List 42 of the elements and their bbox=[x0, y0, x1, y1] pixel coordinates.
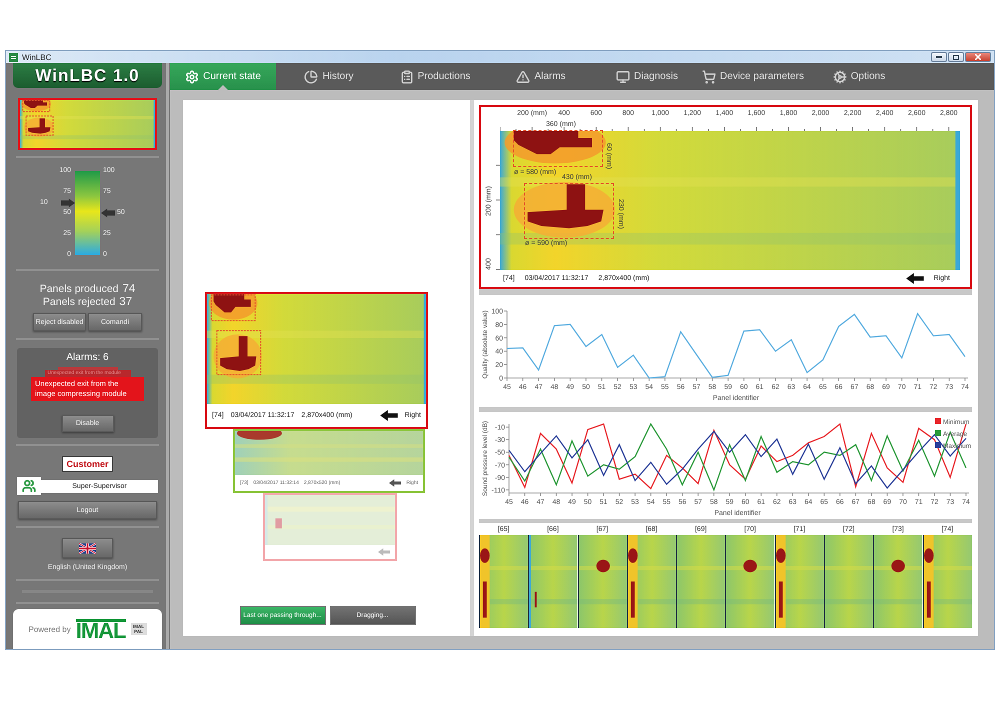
y-axis bbox=[504, 310, 508, 378]
alarm-count: Alarms: 6 bbox=[66, 352, 109, 363]
minimize-button[interactable] bbox=[931, 52, 947, 62]
minimize-icon bbox=[936, 56, 942, 58]
nav-tab[interactable]: Alarms bbox=[488, 63, 594, 90]
monitor-icon bbox=[616, 70, 630, 84]
nav-tab[interactable]: Current state bbox=[170, 63, 276, 90]
app-icon bbox=[9, 52, 18, 62]
cart-icon bbox=[702, 70, 716, 84]
alarm-stack-bar bbox=[58, 367, 118, 370]
stat-label: Panels rejected bbox=[42, 296, 116, 308]
warning-icon bbox=[516, 70, 530, 84]
powered-by-text: Powered by bbox=[28, 624, 71, 634]
y-axis bbox=[506, 424, 510, 494]
arrow-left-icon bbox=[378, 548, 390, 556]
pie-chart-icon bbox=[304, 70, 318, 84]
pointer-icon bbox=[101, 208, 115, 218]
app-logo: WinLBC 1.0 bbox=[13, 63, 162, 88]
users-icon bbox=[22, 479, 36, 493]
arrow-left-icon bbox=[380, 410, 398, 421]
flag-icon bbox=[79, 542, 96, 554]
clipboard-icon bbox=[400, 70, 414, 84]
stat-label: Panels produced bbox=[40, 283, 118, 295]
maximize-button[interactable] bbox=[948, 52, 964, 62]
language-button[interactable] bbox=[62, 538, 113, 558]
nav-tab[interactable]: Diagnosis bbox=[594, 63, 700, 90]
nav-tab[interactable]: Device parameters bbox=[700, 63, 806, 90]
arrow-left-icon bbox=[906, 273, 924, 284]
nav-tab[interactable]: Options bbox=[806, 63, 912, 90]
nav-tab[interactable]: Productions bbox=[382, 63, 488, 90]
stat-value: 74 bbox=[122, 283, 136, 295]
stat-value: 37 bbox=[119, 296, 132, 308]
maximize-icon bbox=[953, 54, 959, 60]
company-logo: IMAL bbox=[76, 618, 126, 640]
gear-icon bbox=[185, 70, 200, 84]
cog-icon bbox=[832, 70, 847, 84]
close-button[interactable] bbox=[965, 52, 991, 62]
arrow-left-icon bbox=[389, 479, 402, 487]
window-title: WinLBC bbox=[22, 52, 52, 62]
close-icon bbox=[975, 54, 981, 60]
nav-tab[interactable]: History bbox=[276, 63, 382, 90]
role-button[interactable]: Customer bbox=[62, 456, 112, 472]
